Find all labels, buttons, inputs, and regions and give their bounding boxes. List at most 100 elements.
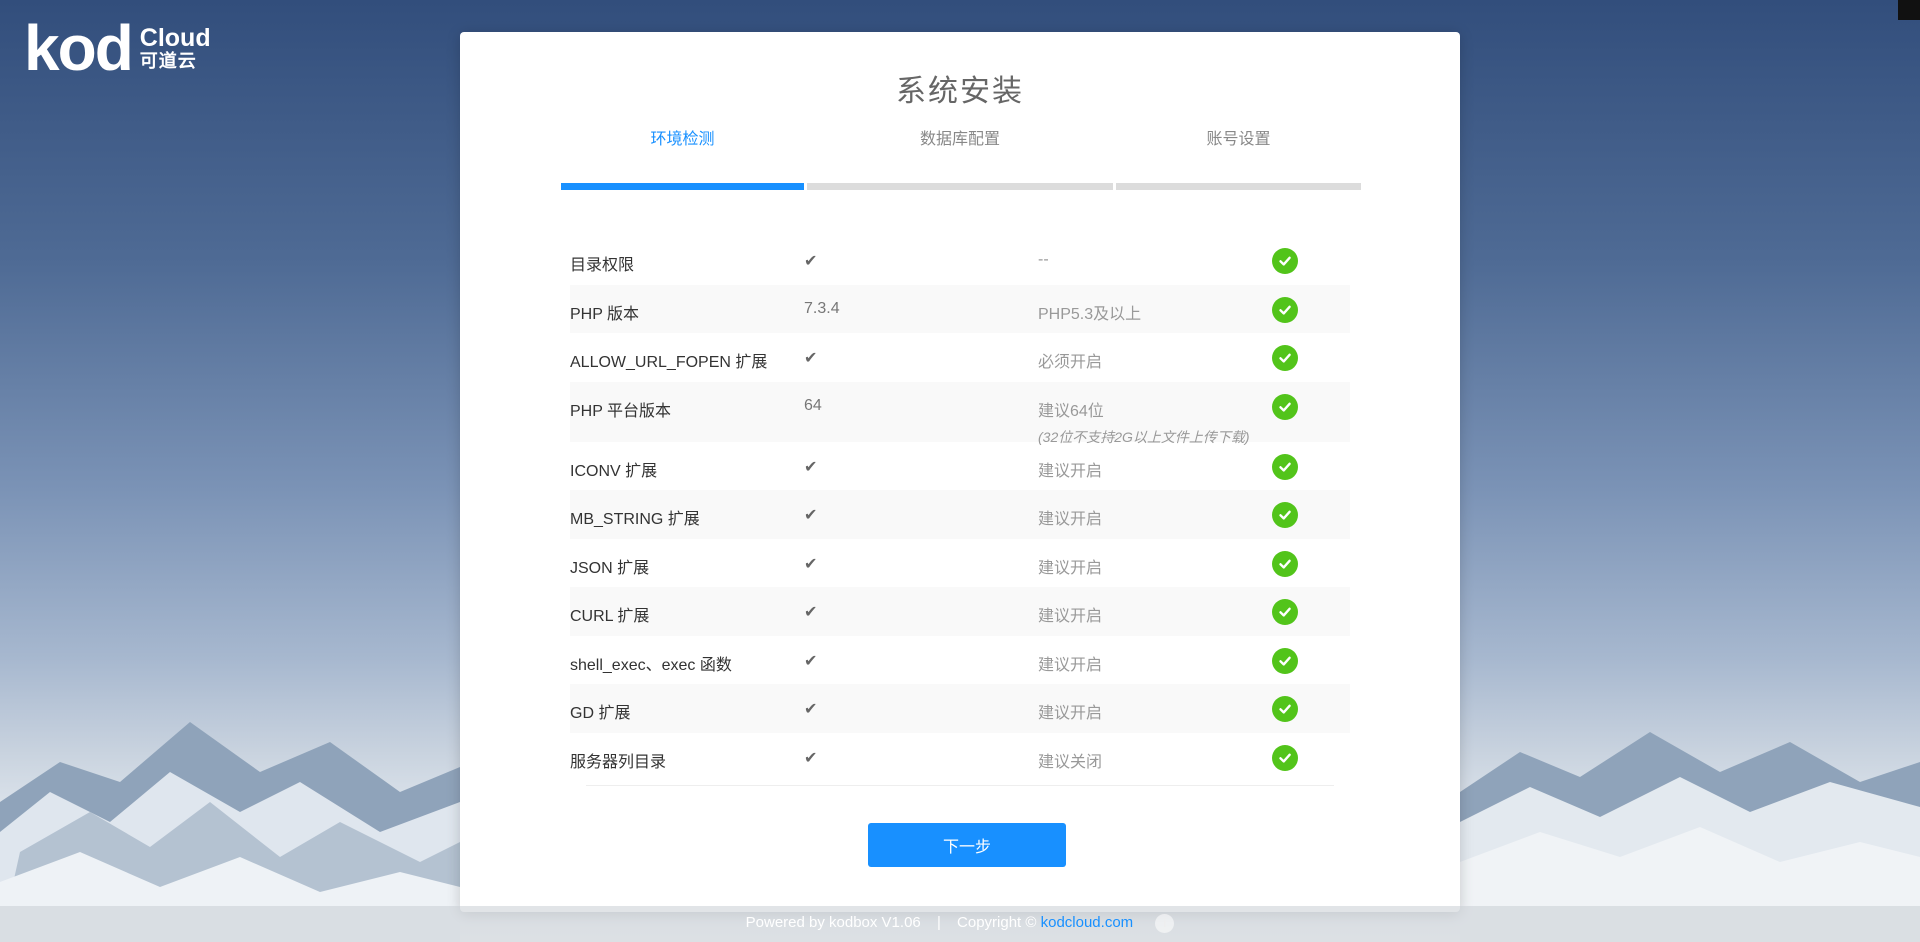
requirement-text: 建议开启 bbox=[1038, 705, 1103, 722]
step-progress-bar bbox=[1116, 183, 1361, 190]
page-title: 系统安装 bbox=[896, 75, 1024, 108]
step-progress-bar bbox=[807, 183, 1113, 190]
check-circle-icon bbox=[1272, 550, 1298, 577]
table-row: shell_exec、exec 函数 ✔ 建议开启 bbox=[570, 636, 1350, 685]
check-item-requirement: -- bbox=[1038, 251, 1049, 269]
check-item-requirement: 建议开启 bbox=[1038, 602, 1102, 626]
check-item-requirement: 建议开启 bbox=[1038, 699, 1102, 723]
status-cell bbox=[1272, 453, 1298, 480]
install-steps: 环境检测 数据库配置 账号设置 bbox=[561, 120, 1361, 190]
check-item-name: shell_exec、exec 函数 bbox=[570, 656, 732, 674]
check-circle-icon bbox=[1272, 248, 1298, 274]
check-item-value: ✔ bbox=[804, 652, 818, 670]
check-item-name: GD 扩展 bbox=[570, 705, 631, 722]
check-circle-icon bbox=[1272, 453, 1298, 480]
check-item-name: MB_STRING 扩展 bbox=[570, 511, 700, 528]
install-card: 系统安装 环境检测 数据库配置 账号设置 目录权限 ✔ -- PHP 版本 7.3.4 P… bbox=[460, 32, 1460, 912]
status-cell bbox=[1272, 502, 1298, 528]
check-item-name: JSON 扩展 bbox=[570, 559, 650, 577]
status-cell bbox=[1272, 550, 1298, 577]
window-corner bbox=[1898, 0, 1920, 20]
check-item-value: ✔ bbox=[804, 604, 818, 621]
requirement-text: 建议开启 bbox=[1038, 608, 1103, 625]
requirement-text: 建议开启 bbox=[1038, 656, 1103, 674]
table-row: ICONV 扩展 ✔ 建议开启 bbox=[570, 442, 1350, 491]
table-row: PHP 版本 7.3.4 PHP5.3及以上 bbox=[570, 284, 1350, 333]
check-item-name: CURL 扩展 bbox=[570, 608, 650, 625]
check-item-requirement: 建议64位 (32位不支持2G以上文件上传下载) bbox=[1038, 397, 1250, 447]
table-row: GD 扩展 ✔ 建议开启 bbox=[570, 684, 1350, 733]
check-item-value: ✔ bbox=[804, 701, 818, 718]
step-account-settings[interactable]: 账号设置 bbox=[1116, 120, 1361, 190]
check-item-name: ICONV 扩展 bbox=[570, 462, 658, 480]
info-icon[interactable]: i bbox=[1155, 913, 1175, 933]
next-step-button[interactable]: 下一步 bbox=[868, 823, 1066, 867]
check-item-value: 64 bbox=[804, 396, 822, 414]
table-row: PHP 平台版本 64 建议64位 (32位不支持2G以上文件上传下载) bbox=[570, 381, 1350, 445]
check-item-value: ✔ bbox=[804, 749, 818, 767]
check-item-name: PHP 平台版本 bbox=[570, 402, 672, 420]
step-label: 数据库配置 bbox=[919, 131, 1000, 148]
check-circle-icon bbox=[1272, 744, 1298, 771]
requirement-text: PHP5.3及以上 bbox=[1038, 305, 1142, 323]
logo-cloud-text: Cloud bbox=[139, 24, 211, 53]
check-item-value: ✔ bbox=[804, 458, 818, 476]
table-row: 目录权限 ✔ -- bbox=[570, 236, 1350, 285]
check-item-requirement: 必须开启 bbox=[1038, 348, 1102, 372]
status-cell bbox=[1272, 296, 1298, 323]
check-item-name: PHP 版本 bbox=[570, 305, 640, 323]
check-circle-icon bbox=[1272, 296, 1298, 323]
requirement-text: 建议关闭 bbox=[1038, 753, 1103, 771]
footer: Powered by kodbox V1.06 | Copyright © ko… bbox=[0, 906, 1920, 942]
check-item-name: ALLOW_URL_FOPEN 扩展 bbox=[570, 354, 768, 371]
requirement-text: 建议64位 bbox=[1038, 402, 1104, 420]
logo-cn-text: 可道云 bbox=[139, 50, 197, 71]
logo-text: Cloud 可道云 bbox=[140, 25, 211, 70]
step-label: 环境检测 bbox=[650, 131, 715, 148]
check-circle-icon bbox=[1272, 345, 1298, 371]
status-cell bbox=[1272, 744, 1298, 771]
footer-separator: | bbox=[936, 914, 941, 931]
step-progress-bar bbox=[561, 183, 804, 190]
check-item-name: 服务器列目录 bbox=[570, 753, 667, 771]
kodcloud-logo: kod Cloud 可道云 bbox=[24, 12, 234, 84]
logo-mark: kod bbox=[24, 12, 134, 84]
copyright-text: Copyright © bbox=[957, 914, 1037, 931]
step-label: 账号设置 bbox=[1206, 131, 1271, 148]
check-circle-icon bbox=[1272, 502, 1298, 528]
table-row: CURL 扩展 ✔ 建议开启 bbox=[570, 587, 1350, 636]
table-row: ALLOW_URL_FOPEN 扩展 ✔ 必须开启 bbox=[570, 333, 1350, 382]
check-item-requirement: 建议关闭 bbox=[1038, 748, 1102, 772]
kodcloud-link[interactable]: kodcloud.com bbox=[1041, 914, 1134, 931]
check-circle-icon bbox=[1272, 599, 1298, 625]
status-cell bbox=[1272, 248, 1298, 274]
check-item-requirement: 建议开启 bbox=[1038, 457, 1102, 481]
check-item-name: 目录权限 bbox=[570, 257, 635, 274]
status-cell bbox=[1272, 696, 1298, 722]
step-env-check[interactable]: 环境检测 bbox=[561, 120, 804, 190]
status-cell bbox=[1272, 345, 1298, 371]
requirement-text: 建议开启 bbox=[1038, 462, 1103, 480]
env-check-table: 目录权限 ✔ -- PHP 版本 7.3.4 PHP5.3及以上 ALLOW_URL_FOP… bbox=[570, 236, 1350, 781]
check-item-requirement: PHP5.3及以上 bbox=[1038, 300, 1141, 324]
table-row: JSON 扩展 ✔ 建议开启 bbox=[570, 539, 1350, 588]
check-item-requirement: 建议开启 bbox=[1038, 554, 1102, 578]
check-item-value: ✔ bbox=[804, 555, 818, 573]
check-item-value: ✔ bbox=[804, 507, 818, 524]
divider bbox=[586, 785, 1334, 786]
step-database-config[interactable]: 数据库配置 bbox=[807, 120, 1113, 190]
table-row: MB_STRING 扩展 ✔ 建议开启 bbox=[570, 490, 1350, 539]
status-cell bbox=[1272, 647, 1298, 674]
powered-by-text: Powered by kodbox V1.06 bbox=[745, 914, 921, 931]
requirement-text: -- bbox=[1038, 251, 1049, 268]
check-item-requirement: 建议开启 bbox=[1038, 505, 1102, 529]
check-item-value: ✔ bbox=[804, 253, 818, 270]
requirement-text: 建议开启 bbox=[1038, 559, 1103, 577]
table-row: 服务器列目录 ✔ 建议关闭 bbox=[570, 733, 1350, 782]
check-item-value: 7.3.4 bbox=[804, 299, 840, 317]
requirement-text: 建议开启 bbox=[1038, 511, 1103, 528]
check-item-value: ✔ bbox=[804, 350, 818, 367]
status-cell bbox=[1272, 599, 1298, 625]
requirement-text: 必须开启 bbox=[1038, 354, 1103, 371]
check-item-requirement: 建议开启 bbox=[1038, 651, 1102, 675]
